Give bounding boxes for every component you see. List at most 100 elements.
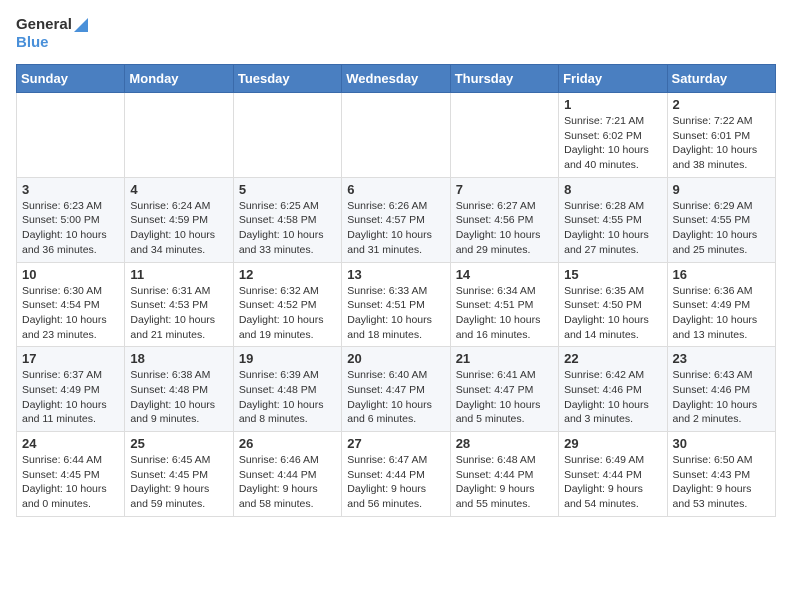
- weekday-header-monday: Monday: [125, 65, 233, 93]
- day-number: 23: [673, 351, 770, 366]
- day-number: 19: [239, 351, 336, 366]
- calendar-day-8: 8 Sunrise: 6:28 AM Sunset: 4:55 PM Daylig…: [559, 177, 667, 262]
- day-info: Sunrise: 6:50 AM Sunset: 4:43 PM Dayligh…: [673, 453, 770, 512]
- day-number: 5: [239, 182, 336, 197]
- day-info: Sunrise: 6:49 AM Sunset: 4:44 PM Dayligh…: [564, 453, 661, 512]
- day-number: 10: [22, 267, 119, 282]
- logo-text: General Blue: [16, 16, 88, 52]
- day-info: Sunrise: 6:35 AM Sunset: 4:50 PM Dayligh…: [564, 284, 661, 343]
- day-number: 12: [239, 267, 336, 282]
- day-info: Sunrise: 6:26 AM Sunset: 4:57 PM Dayligh…: [347, 199, 444, 258]
- day-info: Sunrise: 6:36 AM Sunset: 4:49 PM Dayligh…: [673, 284, 770, 343]
- day-info: Sunrise: 6:28 AM Sunset: 4:55 PM Dayligh…: [564, 199, 661, 258]
- calendar-day-11: 11 Sunrise: 6:31 AM Sunset: 4:53 PM Dayli…: [125, 262, 233, 347]
- day-info: Sunrise: 6:37 AM Sunset: 4:49 PM Dayligh…: [22, 368, 119, 427]
- weekday-header-sunday: Sunday: [17, 65, 125, 93]
- calendar-day-16: 16 Sunrise: 6:36 AM Sunset: 4:49 PM Dayli…: [667, 262, 775, 347]
- day-number: 25: [130, 436, 227, 451]
- day-number: 26: [239, 436, 336, 451]
- day-number: 28: [456, 436, 553, 451]
- calendar-week-row: 10 Sunrise: 6:30 AM Sunset: 4:54 PM Dayli…: [17, 262, 776, 347]
- calendar-day-2: 2 Sunrise: 7:22 AM Sunset: 6:01 PM Daylig…: [667, 93, 775, 178]
- day-number: 11: [130, 267, 227, 282]
- day-info: Sunrise: 6:48 AM Sunset: 4:44 PM Dayligh…: [456, 453, 553, 512]
- day-info: Sunrise: 6:32 AM Sunset: 4:52 PM Dayligh…: [239, 284, 336, 343]
- day-number: 3: [22, 182, 119, 197]
- weekday-header-row: SundayMondayTuesdayWednesdayThursdayFrid…: [17, 65, 776, 93]
- page-header: General Blue: [16, 16, 776, 52]
- day-number: 7: [456, 182, 553, 197]
- day-info: Sunrise: 6:46 AM Sunset: 4:44 PM Dayligh…: [239, 453, 336, 512]
- day-info: Sunrise: 6:47 AM Sunset: 4:44 PM Dayligh…: [347, 453, 444, 512]
- calendar-day-25: 25 Sunrise: 6:45 AM Sunset: 4:45 PM Dayli…: [125, 432, 233, 517]
- calendar-day-20: 20 Sunrise: 6:40 AM Sunset: 4:47 PM Dayli…: [342, 347, 450, 432]
- calendar-day-17: 17 Sunrise: 6:37 AM Sunset: 4:49 PM Dayli…: [17, 347, 125, 432]
- day-number: 2: [673, 97, 770, 112]
- calendar-day-27: 27 Sunrise: 6:47 AM Sunset: 4:44 PM Dayli…: [342, 432, 450, 517]
- day-number: 24: [22, 436, 119, 451]
- calendar-day-24: 24 Sunrise: 6:44 AM Sunset: 4:45 PM Dayli…: [17, 432, 125, 517]
- day-info: Sunrise: 6:31 AM Sunset: 4:53 PM Dayligh…: [130, 284, 227, 343]
- day-info: Sunrise: 6:27 AM Sunset: 4:56 PM Dayligh…: [456, 199, 553, 258]
- day-number: 21: [456, 351, 553, 366]
- calendar-day-12: 12 Sunrise: 6:32 AM Sunset: 4:52 PM Dayli…: [233, 262, 341, 347]
- calendar-day-1: 1Sunrise: 7:21 AM Sunset: 6:02 PM Daylig…: [559, 93, 667, 178]
- calendar-day-26: 26 Sunrise: 6:46 AM Sunset: 4:44 PM Dayli…: [233, 432, 341, 517]
- day-info: Sunrise: 6:45 AM Sunset: 4:45 PM Dayligh…: [130, 453, 227, 512]
- calendar-empty-cell: [233, 93, 341, 178]
- calendar-empty-cell: [342, 93, 450, 178]
- day-info: Sunrise: 6:30 AM Sunset: 4:54 PM Dayligh…: [22, 284, 119, 343]
- calendar-day-5: 5 Sunrise: 6:25 AM Sunset: 4:58 PM Daylig…: [233, 177, 341, 262]
- calendar-day-18: 18 Sunrise: 6:38 AM Sunset: 4:48 PM Dayli…: [125, 347, 233, 432]
- day-info: Sunrise: 6:33 AM Sunset: 4:51 PM Dayligh…: [347, 284, 444, 343]
- weekday-header-thursday: Thursday: [450, 65, 558, 93]
- day-number: 9: [673, 182, 770, 197]
- day-info: Sunrise: 7:22 AM Sunset: 6:01 PM Dayligh…: [673, 114, 770, 173]
- day-info: Sunrise: 6:38 AM Sunset: 4:48 PM Dayligh…: [130, 368, 227, 427]
- day-info: Sunrise: 6:24 AM Sunset: 4:59 PM Dayligh…: [130, 199, 227, 258]
- day-info: Sunrise: 6:23 AM Sunset: 5:00 PM Dayligh…: [22, 199, 119, 258]
- day-number: 18: [130, 351, 227, 366]
- calendar-day-13: 13 Sunrise: 6:33 AM Sunset: 4:51 PM Dayli…: [342, 262, 450, 347]
- day-number: 6: [347, 182, 444, 197]
- day-info: Sunrise: 6:43 AM Sunset: 4:46 PM Dayligh…: [673, 368, 770, 427]
- calendar-empty-cell: [450, 93, 558, 178]
- day-info: Sunrise: 6:44 AM Sunset: 4:45 PM Dayligh…: [22, 453, 119, 512]
- calendar-day-30: 30 Sunrise: 6:50 AM Sunset: 4:43 PM Dayli…: [667, 432, 775, 517]
- day-number: 27: [347, 436, 444, 451]
- calendar-day-6: 6 Sunrise: 6:26 AM Sunset: 4:57 PM Daylig…: [342, 177, 450, 262]
- calendar-empty-cell: [17, 93, 125, 178]
- calendar-day-19: 19Sunrise: 6:39 AM Sunset: 4:48 PM Dayli…: [233, 347, 341, 432]
- day-number: 22: [564, 351, 661, 366]
- calendar-day-10: 10 Sunrise: 6:30 AM Sunset: 4:54 PM Dayli…: [17, 262, 125, 347]
- day-number: 8: [564, 182, 661, 197]
- day-info: Sunrise: 6:40 AM Sunset: 4:47 PM Dayligh…: [347, 368, 444, 427]
- calendar-day-7: 7 Sunrise: 6:27 AM Sunset: 4:56 PM Daylig…: [450, 177, 558, 262]
- weekday-header-friday: Friday: [559, 65, 667, 93]
- calendar-day-23: 23 Sunrise: 6:43 AM Sunset: 4:46 PM Dayli…: [667, 347, 775, 432]
- calendar-day-4: 4 Sunrise: 6:24 AM Sunset: 4:59 PM Daylig…: [125, 177, 233, 262]
- calendar-day-21: 21Sunrise: 6:41 AM Sunset: 4:47 PM Dayli…: [450, 347, 558, 432]
- calendar-day-3: 3 Sunrise: 6:23 AM Sunset: 5:00 PM Daylig…: [17, 177, 125, 262]
- weekday-header-tuesday: Tuesday: [233, 65, 341, 93]
- calendar-day-15: 15Sunrise: 6:35 AM Sunset: 4:50 PM Dayli…: [559, 262, 667, 347]
- day-number: 16: [673, 267, 770, 282]
- calendar-day-14: 14Sunrise: 6:34 AM Sunset: 4:51 PM Dayli…: [450, 262, 558, 347]
- calendar-day-29: 29Sunrise: 6:49 AM Sunset: 4:44 PM Dayli…: [559, 432, 667, 517]
- calendar-week-row: 1Sunrise: 7:21 AM Sunset: 6:02 PM Daylig…: [17, 93, 776, 178]
- day-number: 1: [564, 97, 661, 112]
- weekday-header-saturday: Saturday: [667, 65, 775, 93]
- day-number: 13: [347, 267, 444, 282]
- day-number: 17: [22, 351, 119, 366]
- day-number: 14: [456, 267, 553, 282]
- day-info: Sunrise: 6:29 AM Sunset: 4:55 PM Dayligh…: [673, 199, 770, 258]
- day-number: 4: [130, 182, 227, 197]
- day-number: 30: [673, 436, 770, 451]
- day-info: Sunrise: 6:42 AM Sunset: 4:46 PM Dayligh…: [564, 368, 661, 427]
- calendar-empty-cell: [125, 93, 233, 178]
- day-number: 20: [347, 351, 444, 366]
- calendar-week-row: 24 Sunrise: 6:44 AM Sunset: 4:45 PM Dayli…: [17, 432, 776, 517]
- calendar-week-row: 17 Sunrise: 6:37 AM Sunset: 4:49 PM Dayli…: [17, 347, 776, 432]
- calendar-table: SundayMondayTuesdayWednesdayThursdayFrid…: [16, 64, 776, 517]
- day-info: Sunrise: 6:25 AM Sunset: 4:58 PM Dayligh…: [239, 199, 336, 258]
